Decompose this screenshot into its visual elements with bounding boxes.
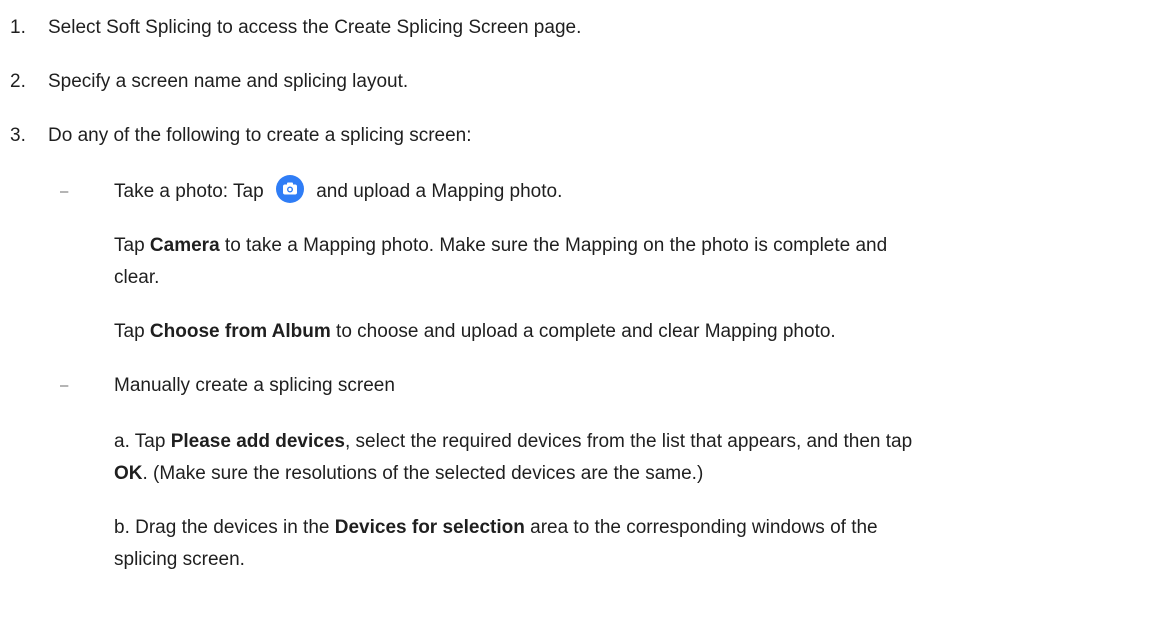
text-fragment: Tap [114,235,150,256]
manual-step-a: a. Tap Please add devices, select the re… [114,430,912,454]
step-number: 3. [10,125,26,146]
text-fragment: to choose and upload a complete and clea… [330,321,836,342]
bullet-mark: – [60,183,69,200]
step-number: 2. [10,71,26,92]
text-fragment: area to the corresponding windows of the [524,517,878,538]
manual-step-b: b. Drag the devices in the Devices for s… [114,516,878,540]
text-fragment: , select the required devices from the l… [344,431,913,452]
camera-paragraph-line2: clear. [114,267,160,288]
step-text: Specify a screen name and splicing layou… [48,71,409,92]
step-text: Do any of the following to create a spli… [48,125,472,146]
camera-icon [275,174,305,204]
document-body: 1. Select Soft Splicing to access the Cr… [0,0,1153,617]
step-number: 1. [10,17,26,38]
photo-option-text: Take a photo: Tap and upload a Mapping p… [114,175,563,204]
photo-option-lead: Take a photo: Tap [114,181,264,203]
manual-option-title: Manually create a splicing screen [114,375,395,396]
manual-step-b-line2: splicing screen. [114,549,245,570]
text-fragment: Tap [114,321,150,342]
text-fragment: b. Drag the devices in the [114,517,335,538]
ok-term: OK [114,463,143,484]
please-add-devices-term: Please add devices [170,431,345,452]
album-paragraph: Tap Choose from Album to choose and uplo… [114,320,836,344]
camera-term: Camera [149,235,220,256]
photo-option-tail: and upload a Mapping photo. [316,181,563,203]
manual-step-a-line2: OK. (Make sure the resolutions of the se… [114,462,703,486]
choose-from-album-term: Choose from Album [149,321,331,342]
bullet-mark: – [60,377,69,394]
camera-paragraph: Tap Camera to take a Mapping photo. Make… [114,234,887,258]
step-text: Select Soft Splicing to access the Creat… [48,17,582,38]
devices-for-selection-term: Devices for selection [334,517,525,538]
text-fragment: to take a Mapping photo. Make sure the M… [219,235,888,256]
text-fragment: a. Tap [114,431,171,452]
text-fragment: . (Make sure the resolutions of the sele… [142,463,704,484]
